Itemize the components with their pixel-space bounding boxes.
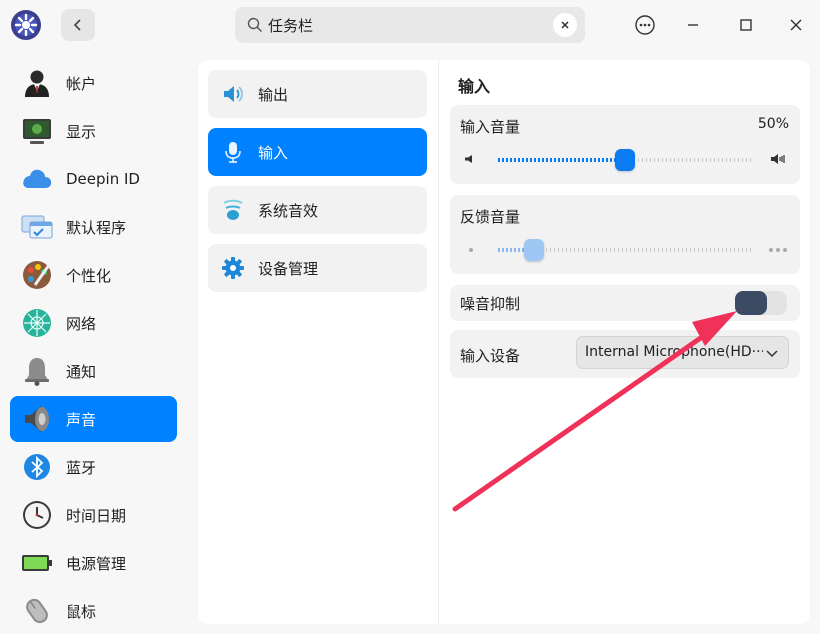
search-clear-button[interactable] [553,13,577,37]
main-panel: 输出 输入 系统音效 设备管理 输入 输入音量 50% 反馈音量 噪音抑制 输入… [198,60,810,624]
sidebar: 帐户 显示 Deepin ID 默认程序 个性化 网络 通知 声音 蓝牙 时间日… [0,50,188,634]
volume-high-icon [771,154,785,164]
bluetooth-icon [24,454,50,480]
default-apps-icon [21,215,53,239]
section-title: 输入 [458,77,491,96]
input-device-select[interactable]: Internal Microphone(HD··· [576,336,789,369]
volume-low-icon [465,155,472,163]
toggle-knob [735,291,767,315]
maximize-icon [740,19,752,31]
mouse-icon [26,598,48,624]
chevron-down-icon [766,350,778,358]
microphone-icon [225,142,241,163]
sidebar-item-label: 个性化 [66,266,112,285]
input-device-card: 输入设备 Internal Microphone(HD··· [450,330,800,378]
user-account-icon [25,70,49,97]
sidebar-item-label: 鼠标 [66,602,97,621]
sidebar-item-mouse[interactable]: 鼠标 [10,588,177,634]
back-button[interactable] [61,9,95,41]
submenu-item-label: 输入 [258,144,289,162]
more-options-icon [635,15,655,35]
close-window-button[interactable] [783,12,809,38]
sound-effects-icon [223,199,243,220]
slider-thumb[interactable] [523,239,544,261]
palette-icon [23,261,51,289]
maximize-button[interactable] [733,12,759,38]
sidebar-item-display[interactable]: 显示 [10,108,177,154]
app-logo-icon[interactable] [10,9,42,41]
sidebar-item-label: 时间日期 [66,506,127,525]
sidebar-item-personalization[interactable]: 个性化 [10,252,177,298]
submenu-item-output[interactable]: 输出 [208,70,427,118]
noise-suppression-label: 噪音抑制 [460,295,521,313]
network-globe-icon [23,309,51,337]
sidebar-item-datetime[interactable]: 时间日期 [10,492,177,538]
sidebar-item-label: 默认程序 [66,218,127,237]
noise-suppression-toggle[interactable] [735,291,787,315]
search-icon [247,17,262,32]
search-input[interactable]: 任务栏 [235,7,585,43]
menu-button[interactable] [632,12,658,38]
title-bar: 任务栏 [0,0,820,50]
sidebar-item-notification[interactable]: 通知 [10,348,177,394]
close-icon [790,19,802,31]
feedback-volume-slider[interactable] [498,239,752,261]
bell-icon [25,358,49,386]
sidebar-item-network[interactable]: 网络 [10,300,177,346]
input-volume-value: 50% [757,116,789,132]
feedback-volume-card: 反馈音量 [450,195,800,274]
slider-fill [498,158,625,162]
sidebar-item-label: Deepin ID [66,170,140,188]
minimize-button[interactable] [680,12,706,38]
sidebar-item-deepin-id[interactable]: Deepin ID [10,156,177,202]
sidebar-item-label: 显示 [66,122,97,141]
sidebar-item-bluetooth[interactable]: 蓝牙 [10,444,177,490]
feedback-volume-label: 反馈音量 [460,208,521,226]
input-device-value: Internal Microphone(HD··· [585,344,763,360]
input-volume-slider[interactable] [498,149,752,171]
submenu-item-sound-effects[interactable]: 系统音效 [208,186,427,234]
more-dots-icon [769,248,787,252]
input-device-label: 输入设备 [460,347,521,365]
sidebar-item-sound[interactable]: 声音 [10,396,177,442]
slider-thumb[interactable] [615,149,635,171]
sidebar-item-account[interactable]: 帐户 [10,60,177,106]
submenu-item-label: 输出 [258,86,289,104]
clock-icon [23,501,51,529]
minimize-icon [688,24,698,26]
search-value: 任务栏 [268,17,314,35]
submenu-item-label: 设备管理 [258,260,319,278]
submenu-item-device-management[interactable]: 设备管理 [208,244,427,292]
panel-divider [438,60,439,624]
submenu-item-input[interactable]: 输入 [208,128,427,176]
chevron-left-icon [73,19,81,31]
speaker-output-icon [224,86,243,102]
input-volume-card: 输入音量 50% [450,105,800,184]
sidebar-item-power[interactable]: 电源管理 [10,540,177,586]
sidebar-item-label: 网络 [66,314,97,333]
battery-icon [22,555,52,571]
sidebar-item-label: 通知 [66,362,97,381]
sidebar-item-label: 声音 [66,410,97,429]
noise-suppression-card: 噪音抑制 [450,285,800,321]
speaker-icon [25,406,49,432]
display-monitor-icon [23,119,51,144]
sidebar-item-label: 帐户 [66,74,97,93]
close-icon [561,21,569,29]
dot-icon [469,248,473,252]
sidebar-item-label: 蓝牙 [66,458,97,477]
cloud-icon [23,169,52,188]
sidebar-item-label: 电源管理 [66,554,127,573]
sidebar-item-default-apps[interactable]: 默认程序 [10,204,177,250]
gear-icon [222,257,244,279]
submenu-item-label: 系统音效 [258,202,319,220]
input-volume-label: 输入音量 [460,118,521,136]
